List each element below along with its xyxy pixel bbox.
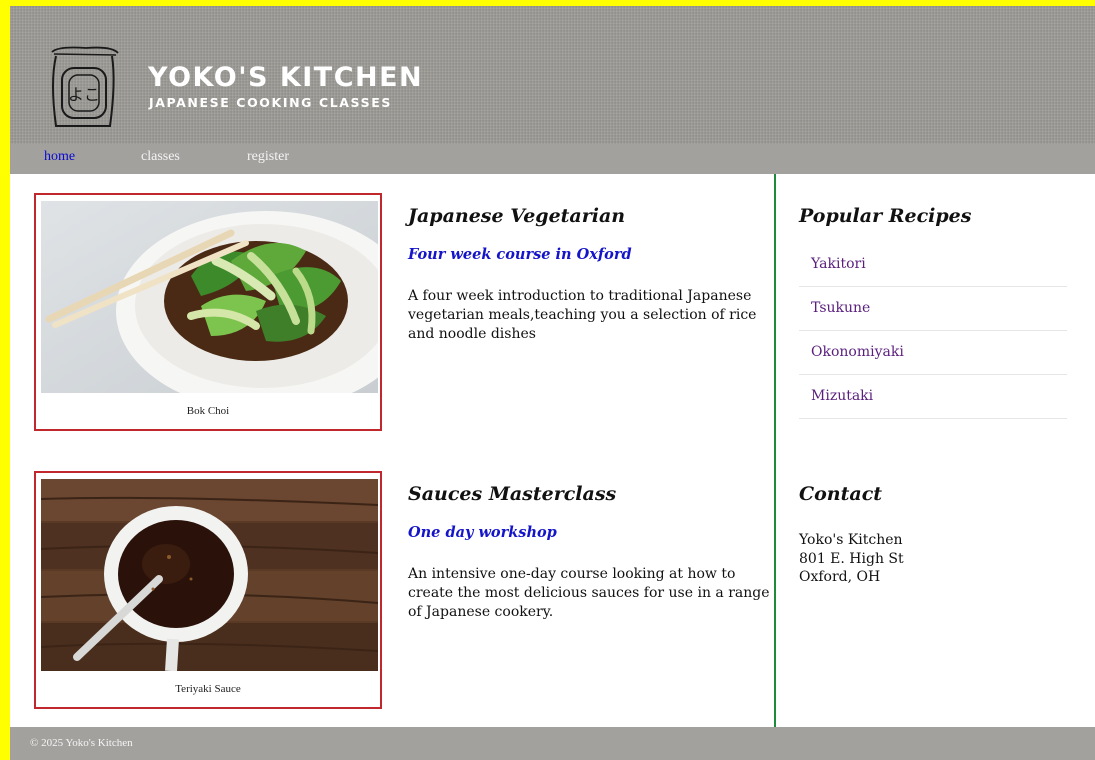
main-nav: home classes register bbox=[10, 144, 1095, 174]
popular-recipes-title: Popular Recipes bbox=[799, 205, 972, 227]
course-subtitle: One day workshop bbox=[408, 524, 557, 541]
footer-copyright: © 2025 Yoko's Kitchen bbox=[30, 737, 133, 749]
recipe-link-mizutaki[interactable]: Mizutaki bbox=[811, 388, 873, 404]
nav-link-register[interactable]: register bbox=[247, 149, 289, 165]
list-item: Okonomiyaki bbox=[799, 331, 1067, 375]
site-header: よこ YOKO'S KITCHEN JAPANESE COOKING CLASS… bbox=[10, 6, 1095, 144]
page-frame: よこ YOKO'S KITCHEN JAPANESE COOKING CLASS… bbox=[10, 6, 1095, 760]
list-item: Mizutaki bbox=[799, 375, 1067, 419]
image-caption: Teriyaki Sauce bbox=[175, 683, 241, 695]
bok-choi-photo bbox=[41, 201, 378, 393]
logo-text: よこ bbox=[68, 85, 100, 104]
logo-bag-icon: よこ bbox=[51, 46, 119, 127]
recipe-list: Yakitori Tsukune Okonomiyaki Mizutaki bbox=[799, 243, 1067, 419]
course-title: Sauces Masterclass bbox=[408, 483, 617, 505]
contact-line: Yoko's Kitchen bbox=[799, 532, 903, 548]
brand-title: YOKO'S KITCHEN bbox=[148, 62, 424, 93]
course-subtitle: Four week course in Oxford bbox=[408, 246, 632, 263]
course-description: A four week introduction to traditional … bbox=[408, 288, 757, 342]
nav-link-classes[interactable]: classes bbox=[141, 149, 180, 165]
course-title: Japanese Vegetarian bbox=[408, 205, 626, 227]
teriyaki-sauce-photo bbox=[41, 479, 378, 671]
list-item: Tsukune bbox=[799, 287, 1067, 331]
column-divider bbox=[774, 174, 776, 727]
contact-line: 801 E. High St bbox=[799, 550, 904, 567]
contact-address: Yoko's Kitchen 801 E. High St Oxford, OH bbox=[799, 531, 1059, 587]
contact-line: Oxford, OH bbox=[799, 569, 881, 585]
contact-title: Contact bbox=[799, 483, 883, 505]
recipe-link-tsukune[interactable]: Tsukune bbox=[811, 300, 870, 316]
image-caption: Bok Choi bbox=[186, 405, 230, 417]
course-image-teriyaki-sauce: Teriyaki Sauce bbox=[34, 471, 382, 709]
recipe-link-okonomiyaki[interactable]: Okonomiyaki bbox=[811, 344, 904, 360]
brand-subtitle: JAPANESE COOKING CLASSES bbox=[149, 95, 392, 110]
course-image-bok-choi: Bok Choi bbox=[34, 193, 382, 431]
course-description: An intensive one-day course looking at h… bbox=[408, 566, 770, 620]
list-item: Yakitori bbox=[799, 243, 1067, 287]
nav-link-home[interactable]: home bbox=[44, 149, 75, 165]
site-footer: © 2025 Yoko's Kitchen bbox=[10, 727, 1095, 760]
recipe-link-yakitori[interactable]: Yakitori bbox=[811, 256, 866, 272]
